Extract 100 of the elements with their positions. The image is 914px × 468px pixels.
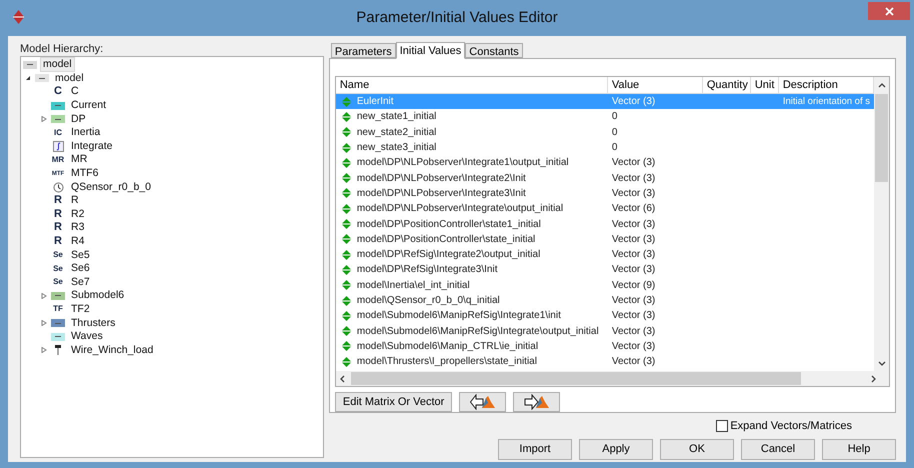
horizontal-scrollbar[interactable] xyxy=(336,371,889,386)
parameter-value: Vector (3) xyxy=(610,340,656,354)
app-logo-icon xyxy=(13,10,24,24)
tree-item[interactable]: MTF6 xyxy=(68,166,102,182)
tree-item[interactable]: Se5 xyxy=(68,248,93,263)
column-header[interactable]: Quantity xyxy=(702,77,751,93)
glyph-icon: MR xyxy=(51,156,65,164)
scrollbar-thumb[interactable] xyxy=(350,372,801,385)
up-down-arrow-icon xyxy=(342,173,351,184)
parameter-name: new_state2_initial xyxy=(356,126,436,140)
tree-item[interactable]: C xyxy=(68,84,82,100)
dialog-button[interactable]: Help xyxy=(822,438,896,460)
parameter-value: Vector (3) xyxy=(610,172,656,186)
parameter-value: Vector (3) xyxy=(610,95,656,110)
parameter-name: model\Submodel6\Manip_CTRL\ie_initial xyxy=(356,340,538,354)
column-header[interactable]: Unit xyxy=(750,77,779,93)
glyph-icon: R xyxy=(51,208,65,220)
close-icon xyxy=(884,6,894,16)
checkbox[interactable] xyxy=(716,420,728,432)
tree-item[interactable]: QSensor_r0_b_0 xyxy=(68,180,154,195)
window-title: Parameter/Initial Values Editor xyxy=(356,8,558,28)
parameter-name: model\Submodel6\ManipRefSig\Integrate1\init xyxy=(356,309,561,324)
up-down-arrow-icon xyxy=(342,219,351,230)
scrollbar-thumb[interactable] xyxy=(875,94,888,182)
table-row[interactable]: model\DP\NLPobserver\Integrate\output_initial Vector (6) xyxy=(336,201,874,216)
table-row[interactable]: model\Submodel6\Manip_CTRL\ie_initial Vector (3) xyxy=(336,338,874,354)
column-header[interactable]: Value xyxy=(608,77,703,93)
export-to-matlab-button[interactable] xyxy=(513,392,560,412)
parameter-name: model\DP\NLPobserver\Integrate2\Init xyxy=(356,172,526,186)
tree-item[interactable]: DP xyxy=(68,112,89,127)
import-from-matlab-button[interactable] xyxy=(459,392,506,412)
table-row[interactable]: model\Submodel6\ManipRefSig\Integrate\output_initial Vector (3) xyxy=(336,323,874,339)
tree-item[interactable]: Wire_Winch_load xyxy=(68,342,156,358)
tree-item[interactable]: R4 xyxy=(68,234,88,250)
tree-item[interactable]: R3 xyxy=(68,220,88,236)
table-row[interactable]: model\DP\NLPobserver\Integrate3\Init Vector (3) xyxy=(336,186,874,202)
tree-item[interactable]: MR xyxy=(68,152,90,168)
up-down-arrow-icon xyxy=(342,326,351,336)
checkbox-label: Expand Vectors/Matrices xyxy=(730,419,852,434)
collapsed-arrow-icon[interactable] xyxy=(41,292,47,299)
tab[interactable]: Constants xyxy=(465,43,523,58)
edit-matrix-button[interactable]: Edit Matrix Or Vector xyxy=(334,392,452,412)
scroll-right-icon[interactable] xyxy=(870,374,878,382)
tree-item[interactable]: Inertia xyxy=(68,125,104,140)
column-header[interactable]: Name xyxy=(336,77,608,93)
close-button[interactable] xyxy=(868,2,910,20)
right-arrow-peak-icon xyxy=(524,394,550,410)
scroll-up-icon[interactable] xyxy=(878,82,886,90)
table-row[interactable]: model\DP\NLPobserver\Integrate2\Init Vector (3) xyxy=(336,170,874,186)
collapsed-arrow-icon[interactable] xyxy=(41,116,47,122)
table-row[interactable]: model\DP\PositionController\state_initial Vector (3) xyxy=(336,232,874,247)
parameter-name: model\DP\NLPobserver\Integrate1\output_initial xyxy=(356,156,569,170)
table-row[interactable]: model\DP\RefSig\Integrate2\output_initial Vector (3) xyxy=(336,246,874,262)
tree-item[interactable]: R2 xyxy=(68,206,88,222)
up-down-arrow-icon xyxy=(342,356,351,367)
parameter-value: Vector (6) xyxy=(610,202,656,216)
table-row[interactable]: new_state3_initial 0 xyxy=(336,140,874,156)
parameter-value: 0 xyxy=(610,126,618,140)
collapsed-arrow-icon[interactable] xyxy=(41,320,47,326)
tree-item[interactable]: Thrusters xyxy=(68,316,118,331)
table-row[interactable]: model\Submodel6\ManipRefSig\Integrate1\init Vector (3) xyxy=(336,308,874,324)
glyph-icon: R xyxy=(51,195,65,206)
scroll-down-icon[interactable] xyxy=(878,360,886,368)
table-row[interactable]: model\QSensor_r0_b_0\q_initial Vector (3) xyxy=(336,292,874,308)
table-row[interactable]: model\DP\PositionController\state1_initial Vector (3) xyxy=(336,216,874,232)
tree-item[interactable]: Se7 xyxy=(68,274,93,290)
tree-item[interactable]: Se6 xyxy=(68,261,93,276)
table-row[interactable]: new_state1_initial 0 xyxy=(336,109,874,125)
tree-item[interactable]: R xyxy=(68,193,82,208)
tree-item[interactable]: Current xyxy=(68,98,110,114)
parameter-name: EulerInit xyxy=(356,95,394,110)
parameter-name: model\QSensor_r0_b_0\q_initial xyxy=(356,294,500,308)
scroll-left-icon[interactable] xyxy=(339,374,348,382)
tree-item[interactable]: Integrate xyxy=(68,138,116,154)
table-row[interactable]: new_state2_initial 0 xyxy=(336,124,874,140)
tree-item[interactable]: Submodel6 xyxy=(68,288,128,304)
parameter-value: Vector (3) xyxy=(610,324,656,339)
collapsed-arrow-icon[interactable] xyxy=(41,347,47,354)
parameter-value: Vector (3) xyxy=(610,218,656,232)
dialog-button[interactable]: Cancel xyxy=(741,438,815,460)
dialog-button[interactable]: Apply xyxy=(579,438,653,460)
table-row[interactable]: model\DP\NLPobserver\Integrate1\output_initial Vector (3) xyxy=(336,155,874,170)
table-row[interactable]: model\Inertia\el_int_initial Vector (9) xyxy=(336,278,874,293)
vertical-scrollbar[interactable] xyxy=(874,77,889,371)
dialog-button[interactable]: OK xyxy=(660,438,734,460)
expanded-arrow-icon[interactable] xyxy=(25,75,31,82)
dialog-button[interactable]: Import xyxy=(498,438,572,460)
glyph-icon: Se xyxy=(51,278,65,286)
parameter-name: model\DP\PositionController\state_initial xyxy=(356,232,536,247)
table-row[interactable]: model\Thrusters\I_propellers\state_initial Vector (3) xyxy=(336,354,874,370)
glyph-icon: IC xyxy=(51,128,65,137)
tab[interactable]: Initial Values xyxy=(396,42,466,59)
parameter-value: Vector (3) xyxy=(610,248,656,262)
tree-item[interactable]: model xyxy=(52,70,87,86)
tree-item[interactable]: Waves xyxy=(68,329,106,344)
table-row[interactable]: model\DP\RefSig\Integrate3\Init Vector (3) xyxy=(336,262,874,278)
tab[interactable]: Parameters xyxy=(330,43,396,58)
tree-item[interactable]: TF2 xyxy=(68,302,93,317)
parameter-value: 0 xyxy=(610,110,618,124)
tree-item[interactable]: model xyxy=(40,57,75,72)
